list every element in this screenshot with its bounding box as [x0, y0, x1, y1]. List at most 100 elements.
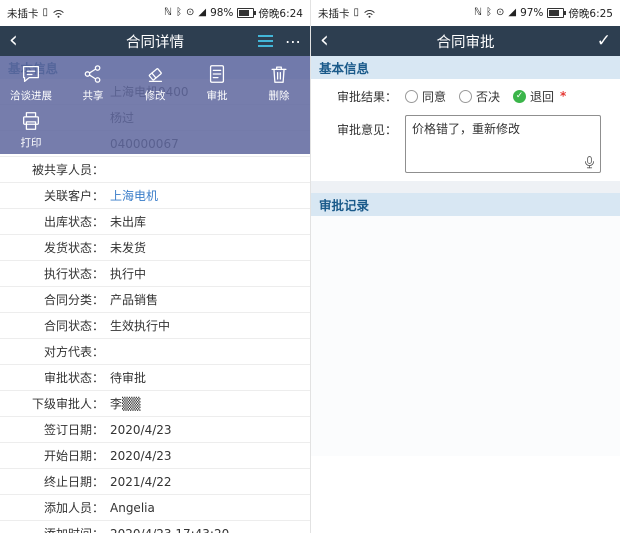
radio-option-return[interactable]: ✓ 退回 *: [513, 88, 566, 105]
chat-progress-icon: [20, 63, 42, 85]
row-start-date: 开始日期： 2020/4/23: [0, 443, 310, 469]
field-label: 开始日期：: [0, 447, 104, 464]
radio-label: 同意: [422, 88, 446, 105]
field-label: 关联客户：: [0, 187, 104, 204]
signal-icon: ◢: [508, 8, 516, 18]
field-value: 2021/4/22: [110, 475, 172, 489]
field-value: 2020/4/23 17:43:20: [110, 527, 229, 533]
field-value: 2020/4/23: [110, 423, 172, 437]
row-added-time: 添加时间： 2020/4/23 17:43:20: [0, 521, 310, 533]
opinion-text: 价格错了，重新修改: [412, 122, 520, 136]
battery-percent: 97%: [520, 7, 543, 19]
field-label: 下级审批人：: [0, 395, 104, 412]
action-menu-overlay: 洽谈进展 共享 修改 审批: [0, 56, 310, 154]
section-divider: [311, 181, 620, 193]
approval-records-empty-area: [311, 216, 620, 456]
radio-icon[interactable]: ✓: [405, 90, 418, 103]
status-bar: 未插卡 ▯ ℕ ᛒ ⊙ ◢ 98% 傍晚6:24: [0, 0, 310, 26]
nav-bar: ‹ 合同审批 ✓: [311, 26, 620, 56]
customer-link[interactable]: 上海电机: [110, 187, 158, 204]
opinion-textarea[interactable]: 价格错了，重新修改: [405, 115, 601, 173]
row-approval-status: 审批状态： 待审批: [0, 365, 310, 391]
field-value: 未出库: [110, 213, 146, 230]
menu-item-approve[interactable]: 审批: [186, 56, 248, 103]
field-value: 执行中: [110, 265, 146, 282]
approval-result-row: 审批结果： ✓ 同意 ✓ 否决 ✓ 退回 *: [311, 83, 620, 109]
bluetooth-icon: ᛒ: [486, 8, 492, 18]
back-button[interactable]: ‹: [9, 28, 27, 54]
microphone-icon[interactable]: [582, 155, 597, 170]
radio-label: 否决: [476, 88, 500, 105]
field-label: 添加人员：: [0, 499, 104, 516]
menu-item-share[interactable]: 共享: [62, 56, 124, 103]
row-shipping-status: 发货状态： 未发货: [0, 235, 310, 261]
radio-icon[interactable]: ✓: [513, 90, 526, 103]
menu-item-label: 删除: [269, 88, 290, 103]
field-value: 待审批: [110, 369, 146, 386]
battery-icon: [547, 8, 564, 18]
eraser-edit-icon: [144, 63, 166, 85]
signal-icon: ◢: [198, 8, 206, 18]
battery-percent: 98%: [210, 7, 233, 19]
row-outbound-status: 出库状态： 未出库: [0, 209, 310, 235]
field-label: 添加时间：: [0, 525, 104, 533]
location-icon: ⊙: [496, 8, 504, 18]
field-label: 发货状态：: [0, 239, 104, 256]
sim-card-icon: ▯: [43, 8, 49, 18]
approval-opinion-row: 审批意见： 价格错了，重新修改: [311, 115, 620, 173]
location-icon: ⊙: [186, 8, 194, 18]
radio-icon[interactable]: ✓: [459, 90, 472, 103]
menu-item-delete[interactable]: 删除: [248, 56, 310, 103]
contract-detail-screen: 未插卡 ▯ ℕ ᛒ ⊙ ◢ 98% 傍晚6:24 ‹ 合同详情 ⋯ 基本信息 上: [0, 0, 310, 533]
carrier-label: 未插卡: [7, 6, 39, 21]
field-value: 产品销售: [110, 291, 158, 308]
field-label: 合同状态：: [0, 317, 104, 334]
field-label: 终止日期：: [0, 473, 104, 490]
row-contract-status: 合同状态： 生效执行中: [0, 313, 310, 339]
field-label: 签订日期：: [0, 421, 104, 438]
status-bar: 未插卡 ▯ ℕ ᛒ ⊙ ◢ 97% 傍晚6:25: [311, 0, 620, 26]
menu-item-label: 审批: [207, 88, 228, 103]
field-label: 对方代表：: [0, 343, 104, 360]
menu-item-negotiation-progress[interactable]: 洽谈进展: [0, 56, 62, 103]
row-next-approver: 下级审批人： 李▒▒: [0, 391, 310, 417]
trash-icon: [268, 63, 290, 85]
wifi-icon: [363, 8, 376, 19]
row-sign-date: 签订日期： 2020/4/23: [0, 417, 310, 443]
section-header-basic-info: 基本信息: [311, 56, 620, 79]
row-end-date: 终止日期： 2021/4/22: [0, 469, 310, 495]
approval-doc-icon: [206, 63, 228, 85]
field-label: 被共享人员：: [0, 161, 104, 178]
required-asterisk: *: [560, 89, 566, 103]
contract-approval-screen: 未插卡 ▯ ℕ ᛒ ⊙ ◢ 97% 傍晚6:25 ‹ 合同审批 ✓ 基本信息 审…: [310, 0, 620, 533]
menu-item-edit[interactable]: 修改: [124, 56, 186, 103]
share-icon: [82, 63, 104, 85]
row-execution-status: 执行状态： 执行中: [0, 261, 310, 287]
field-label: 合同分类：: [0, 291, 104, 308]
field-value: 李▒▒: [110, 395, 140, 412]
submit-check-icon[interactable]: ✓: [597, 31, 611, 51]
more-options-icon[interactable]: ⋯: [285, 32, 301, 51]
printer-icon: [20, 110, 42, 132]
page-title: 合同审批: [351, 31, 580, 52]
radio-option-agree[interactable]: ✓ 同意: [405, 88, 446, 105]
menu-item-label: 修改: [145, 88, 166, 103]
approval-form: 审批结果： ✓ 同意 ✓ 否决 ✓ 退回 * 审批意见： 价: [311, 79, 620, 181]
menu-item-print[interactable]: 打印: [0, 103, 62, 150]
carrier-label: 未插卡: [318, 6, 350, 21]
radio-option-reject[interactable]: ✓ 否决: [459, 88, 500, 105]
field-value: 未发货: [110, 239, 146, 256]
back-button[interactable]: ‹: [320, 28, 338, 54]
row-added-by: 添加人员： Angelia: [0, 495, 310, 521]
field-value: 2020/4/23: [110, 449, 172, 463]
menu-item-label: 打印: [21, 135, 42, 150]
menu-icon[interactable]: [258, 35, 273, 47]
field-label: 审批状态：: [0, 369, 104, 386]
row-contract-category: 合同分类： 产品销售: [0, 287, 310, 313]
sim-card-icon: ▯: [354, 8, 360, 18]
field-label: 出库状态：: [0, 213, 104, 230]
wifi-icon: [52, 8, 65, 19]
row-shared-staff: 被共享人员：: [0, 157, 310, 183]
menu-item-label: 共享: [83, 88, 104, 103]
page-title: 合同详情: [40, 31, 270, 52]
